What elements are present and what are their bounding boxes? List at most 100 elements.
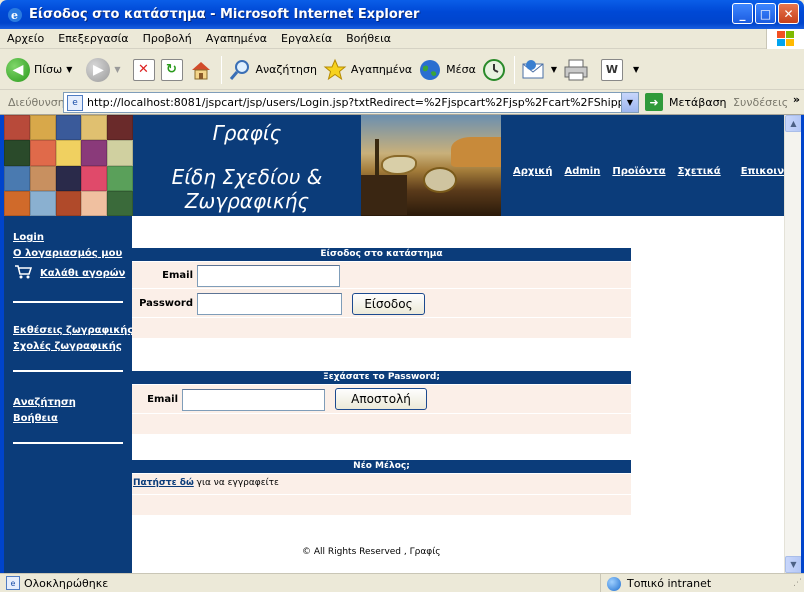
status-text: Ολοκληρώθηκε [24,576,109,590]
maximize-icon: □ [759,6,772,21]
brand-name: Γραφίς [212,121,282,145]
edit-button[interactable]: W ▼ [600,53,639,87]
home-icon [191,61,210,79]
register-text-rest: για να εγγραφείτε [193,478,279,488]
refresh-button[interactable]: ↻ [160,53,183,87]
page-viewport: Γραφίς Είδη Σχεδίου & Ζωγραφικής Αρχική … [4,115,784,573]
register-link[interactable]: Πατήστε δώ [133,478,194,488]
menu-favorites[interactable]: Αγαπημένα [199,32,274,45]
ie-icon: e [8,7,22,22]
menu-help[interactable]: Βοήθεια [339,32,398,45]
nav-admin[interactable]: Admin [564,166,600,177]
windows-logo-icon [766,29,804,49]
search-icon [229,59,249,80]
login-spacer-row [132,317,631,338]
art-collage-image [4,115,133,216]
forgot-email-input[interactable] [182,389,325,411]
print-button[interactable] [563,53,589,87]
mail-icon [522,59,544,78]
sidebar-schools[interactable]: Σχολές ζωγραφικής [13,341,122,352]
history-button[interactable] [482,53,506,87]
forgot-email-label: Email [147,394,178,405]
register-row: Πατήστε δώ για να εγγραφείτε [132,473,631,494]
address-input[interactable]: e http://localhost:8081/jspcart/jsp/user… [63,92,639,113]
star-icon [323,58,347,80]
login-email-input[interactable] [197,265,340,287]
media-globe-icon [420,59,441,80]
back-label: Πίσω [34,63,63,76]
favorites-button[interactable]: Αγαπημένα [323,53,412,87]
login-submit-button[interactable]: Είσοδος [352,293,425,315]
close-icon: ✕ [783,6,794,21]
sidebar-divider [13,442,123,444]
menu-view[interactable]: Προβολή [136,32,199,45]
resize-grip-icon[interactable]: ⋰ [793,578,802,588]
register-text: Πατήστε δώ για να εγγραφείτε [133,478,279,488]
back-dropdown-icon[interactable]: ▼ [66,65,72,74]
sidebar-login[interactable]: Login [13,232,44,243]
mail-button[interactable]: ▼ [521,53,557,87]
menu-file[interactable]: Αρχείο [0,32,51,45]
back-button[interactable]: ◀ Πίσω ▼ [6,53,72,87]
window-title: Είσοδος στο κατάστημα - Microsoft Intern… [29,7,420,22]
login-password-label: Password [139,298,193,309]
toolbar: ◀ Πίσω ▼ ▶ ▼ ✕ ↻ Αναζήτηση Αγαπημένα Μέσ… [0,50,804,90]
menu-edit[interactable]: Επεξεργασία [51,32,135,45]
status-bar: e Ολοκληρώθηκε Τοπικό intranet ⋰ [0,573,804,592]
nav-home[interactable]: Αρχική [513,166,552,177]
links-label[interactable]: Συνδέσεις [733,96,788,109]
zone-label: Τοπικό intranet [627,577,712,590]
svg-text:e: e [11,9,18,22]
shopping-cart-icon [15,265,32,279]
forgot-panel-title: Ξεχάσατε το Password; [132,371,631,384]
maximize-button[interactable]: □ [755,3,776,24]
sidebar-my-account[interactable]: Ο λογαριασμός μου [13,248,122,259]
nav-about[interactable]: Σχετικά [678,166,721,177]
title-bar: e Είσοδος στο κατάστημα - Microsoft Inte… [0,0,804,29]
back-arrow-icon: ◀ [6,57,30,82]
address-dropdown-icon[interactable]: ▼ [621,93,638,112]
sidebar-cart[interactable]: Καλάθι αγορών [40,268,125,279]
brand-tagline-line2: Ζωγραφικής [184,189,310,213]
forward-button[interactable]: ▶ ▼ [86,53,121,87]
scroll-up-icon[interactable]: ▲ [785,115,802,132]
close-button[interactable]: ✕ [778,3,799,24]
login-email-label: Email [162,270,193,281]
media-button[interactable]: Μέσα [418,53,476,87]
forward-arrow-icon: ▶ [86,57,111,82]
links-chevron-icon[interactable]: » [793,93,800,106]
word-edit-icon: W [600,58,623,81]
sidebar-help[interactable]: Βοήθεια [13,413,58,424]
site-header: Γραφίς Είδη Σχεδίου & Ζωγραφικής Αρχική … [4,115,784,216]
forgot-submit-button[interactable]: Αποστολή [335,388,427,410]
sidebar-divider [13,370,123,372]
menu-tools[interactable]: Εργαλεία [274,32,339,45]
brand-tagline-line1: Είδη Σχεδίου & [171,165,323,189]
scroll-down-icon[interactable]: ▼ [785,556,802,573]
menu-bar: Αρχείο Επεξεργασία Προβολή Αγαπημένα Εργ… [0,29,804,49]
top-nav: Αρχική Admin Προϊόντα Σχετικά Επικοινωνί… [513,166,784,177]
dali-painting-image [361,115,501,216]
register-spacer-row [132,494,631,515]
page-done-icon: e [6,576,20,590]
nav-products[interactable]: Προϊόντα [612,166,665,177]
history-icon [482,58,505,81]
nav-contact[interactable]: Επικοινωνία [741,166,784,177]
minimize-button[interactable]: _ [732,3,753,24]
go-label: Μετάβαση [669,95,727,109]
home-button[interactable] [189,53,213,87]
vertical-scrollbar[interactable]: ▲ ▼ [784,115,802,573]
forward-dropdown-icon[interactable]: ▼ [114,65,120,74]
brand: Γραφίς Είδη Σχεδίου & Ζωγραφικής [133,115,361,216]
refresh-icon: ↻ [160,58,183,81]
edit-dropdown-icon[interactable]: ▼ [633,65,639,74]
sidebar-exhibitions[interactable]: Εκθέσεις ζωγραφικής [13,325,133,336]
media-label: Μέσα [446,63,476,76]
address-url: http://localhost:8081/jspcart/jsp/users/… [87,96,621,109]
login-password-input[interactable] [197,293,342,315]
stop-button[interactable]: ✕ [132,53,155,87]
sidebar-search[interactable]: Αναζήτηση [13,397,76,408]
go-button[interactable]: ➜ Μετάβαση [645,93,727,111]
search-button[interactable]: Αναζήτηση [228,53,317,87]
mail-dropdown-icon[interactable]: ▼ [551,65,557,74]
